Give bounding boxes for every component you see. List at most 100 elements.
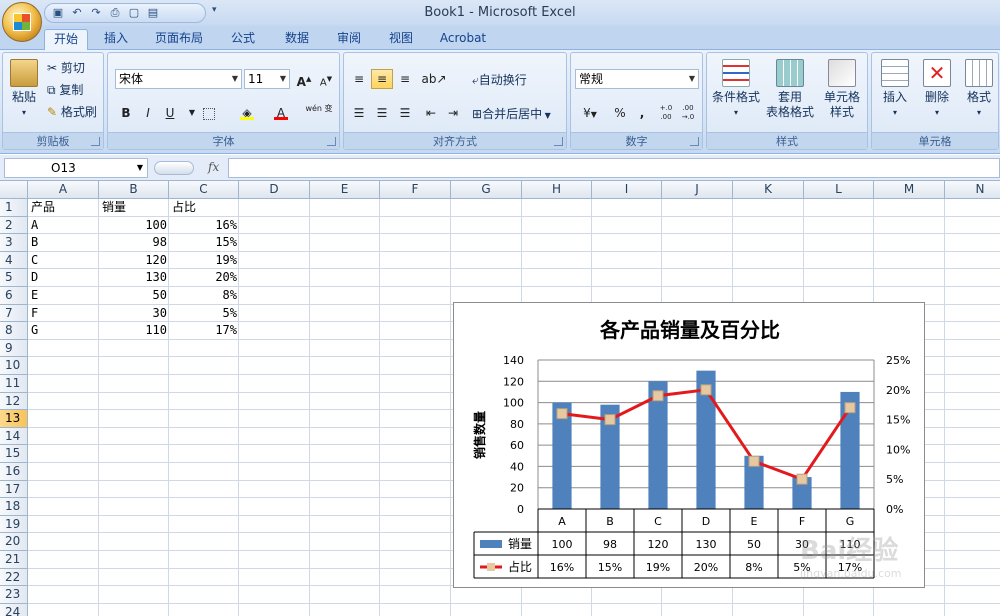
row-header-4[interactable]: 4	[0, 251, 28, 270]
wrap-text-button[interactable]: ⤶自动换行	[472, 71, 527, 88]
column-header-n[interactable]: N	[945, 181, 1000, 199]
row-header-14[interactable]: 14	[0, 427, 28, 446]
alignment-launcher-icon[interactable]	[554, 137, 563, 146]
clipboard-launcher-icon[interactable]	[91, 137, 100, 146]
row-header-15[interactable]: 15	[0, 445, 28, 463]
font-launcher-icon[interactable]	[327, 137, 336, 146]
row-header-9[interactable]: 9	[0, 339, 28, 358]
cell-c6[interactable]: 8%	[169, 287, 239, 304]
cell-b7[interactable]: 30	[99, 305, 169, 322]
row-header-22[interactable]: 22	[0, 568, 28, 587]
bold-button[interactable]: B	[115, 103, 137, 123]
row-header-13[interactable]: 13	[0, 410, 28, 428]
accounting-format-button[interactable]: ¥▼	[575, 103, 605, 123]
row-header-5[interactable]: 5	[0, 269, 28, 287]
cell-b1[interactable]: 销量	[99, 199, 169, 216]
increase-decimal-button[interactable]: +.0 .00	[655, 103, 677, 123]
cell-c5[interactable]: 20%	[169, 269, 239, 286]
copy-button[interactable]: ⧉ 复制	[47, 81, 83, 98]
format-cells-button[interactable]: 格式 ▾	[958, 59, 1000, 120]
tab-data[interactable]: 数据	[276, 29, 318, 50]
underline-button[interactable]: U	[159, 103, 181, 123]
row-header-11[interactable]: 11	[0, 375, 28, 393]
orientation-button[interactable]: ab↗	[420, 69, 448, 89]
column-header-f[interactable]: F	[380, 181, 451, 199]
row-header-3[interactable]: 3	[0, 234, 28, 252]
column-header-d[interactable]: D	[239, 181, 310, 199]
row-header-12[interactable]: 12	[0, 392, 28, 411]
align-middle-button[interactable]: ≡	[371, 69, 393, 89]
insert-function-button[interactable]: fx	[208, 160, 219, 174]
conditional-formatting-button[interactable]: 条件格式 ▾	[709, 59, 763, 120]
format-painter-button[interactable]: ✎ 格式刷	[47, 103, 97, 120]
tab-formulas[interactable]: 公式	[222, 29, 264, 50]
merge-center-button[interactable]: ⊞合并后居中 ▼	[472, 105, 551, 122]
cell-b6[interactable]: 50	[99, 287, 169, 304]
font-color-button[interactable]: A	[270, 103, 292, 123]
cell-b8[interactable]: 110	[99, 322, 169, 339]
tab-page-layout[interactable]: 页面布局	[146, 29, 212, 50]
cell-a4[interactable]: C	[28, 252, 99, 269]
row-header-8[interactable]: 8	[0, 322, 28, 340]
row-header-20[interactable]: 20	[0, 533, 28, 551]
cell-c4[interactable]: 19%	[169, 252, 239, 269]
cell-a7[interactable]: F	[28, 305, 99, 322]
cell-c7[interactable]: 5%	[169, 305, 239, 322]
column-header-k[interactable]: K	[733, 181, 804, 199]
fill-color-button[interactable]: ◈	[236, 103, 258, 123]
row-header-21[interactable]: 21	[0, 551, 28, 569]
cell-b5[interactable]: 130	[99, 269, 169, 286]
format-as-table-button[interactable]: 套用 表格格式	[763, 59, 817, 120]
font-name-select[interactable]: 宋体 ▼	[115, 69, 242, 89]
row-header-24[interactable]: 24	[0, 603, 28, 616]
cut-button[interactable]: ✂ 剪切	[47, 59, 85, 76]
cell-a8[interactable]: G	[28, 322, 99, 339]
cell-styles-button[interactable]: 单元格 样式	[815, 59, 869, 120]
align-center-button[interactable]: ☰	[371, 103, 393, 123]
font-size-select[interactable]: 11 ▼	[244, 69, 290, 89]
cell-c3[interactable]: 15%	[169, 234, 239, 251]
select-all-corner[interactable]	[0, 181, 28, 199]
row-header-6[interactable]: 6	[0, 287, 28, 305]
cell-c8[interactable]: 17%	[169, 322, 239, 339]
cell-c2[interactable]: 16%	[169, 217, 239, 234]
align-top-button[interactable]: ≡	[348, 69, 370, 89]
row-header-16[interactable]: 16	[0, 463, 28, 481]
office-button[interactable]	[2, 2, 42, 42]
increase-indent-button[interactable]: ⇥	[442, 103, 464, 123]
number-launcher-icon[interactable]	[690, 137, 699, 146]
column-header-e[interactable]: E	[310, 181, 380, 199]
column-header-c[interactable]: C	[169, 181, 239, 199]
phonetic-button[interactable]: wén 变	[304, 103, 334, 123]
tab-view[interactable]: 视图	[380, 29, 422, 50]
cell-b2[interactable]: 100	[99, 217, 169, 234]
number-format-select[interactable]: 常规 ▼	[575, 69, 699, 89]
row-header-23[interactable]: 23	[0, 586, 28, 604]
decrease-decimal-button[interactable]: .00 →.0	[677, 103, 699, 123]
column-header-a[interactable]: A	[28, 181, 99, 199]
column-header-h[interactable]: H	[522, 181, 592, 199]
paste-button[interactable]: 粘贴 ▾	[6, 59, 42, 120]
cell-a1[interactable]: 产品	[28, 199, 99, 216]
comma-style-button[interactable]: ,	[631, 103, 653, 123]
cell-a3[interactable]: B	[28, 234, 99, 251]
column-header-l[interactable]: L	[804, 181, 874, 199]
row-header-1[interactable]: 1	[0, 199, 28, 217]
tab-review[interactable]: 审阅	[328, 29, 370, 50]
row-header-7[interactable]: 7	[0, 304, 28, 323]
formula-input[interactable]	[228, 158, 1000, 178]
formula-expand-handle-icon[interactable]	[154, 161, 194, 175]
row-header-18[interactable]: 18	[0, 498, 28, 516]
grow-font-button[interactable]: A▲	[293, 69, 315, 89]
cell-a5[interactable]: D	[28, 269, 99, 286]
align-right-button[interactable]: ☰	[394, 103, 416, 123]
italic-button[interactable]: I	[137, 103, 159, 123]
align-bottom-button[interactable]: ≡	[394, 69, 416, 89]
borders-button[interactable]	[198, 103, 220, 123]
shrink-font-button[interactable]: A▼	[315, 69, 337, 89]
row-header-10[interactable]: 10	[0, 357, 28, 375]
cell-b4[interactable]: 120	[99, 252, 169, 269]
cell-c1[interactable]: 占比	[169, 199, 239, 216]
tab-home[interactable]: 开始	[44, 29, 88, 51]
column-header-i[interactable]: I	[592, 181, 662, 199]
